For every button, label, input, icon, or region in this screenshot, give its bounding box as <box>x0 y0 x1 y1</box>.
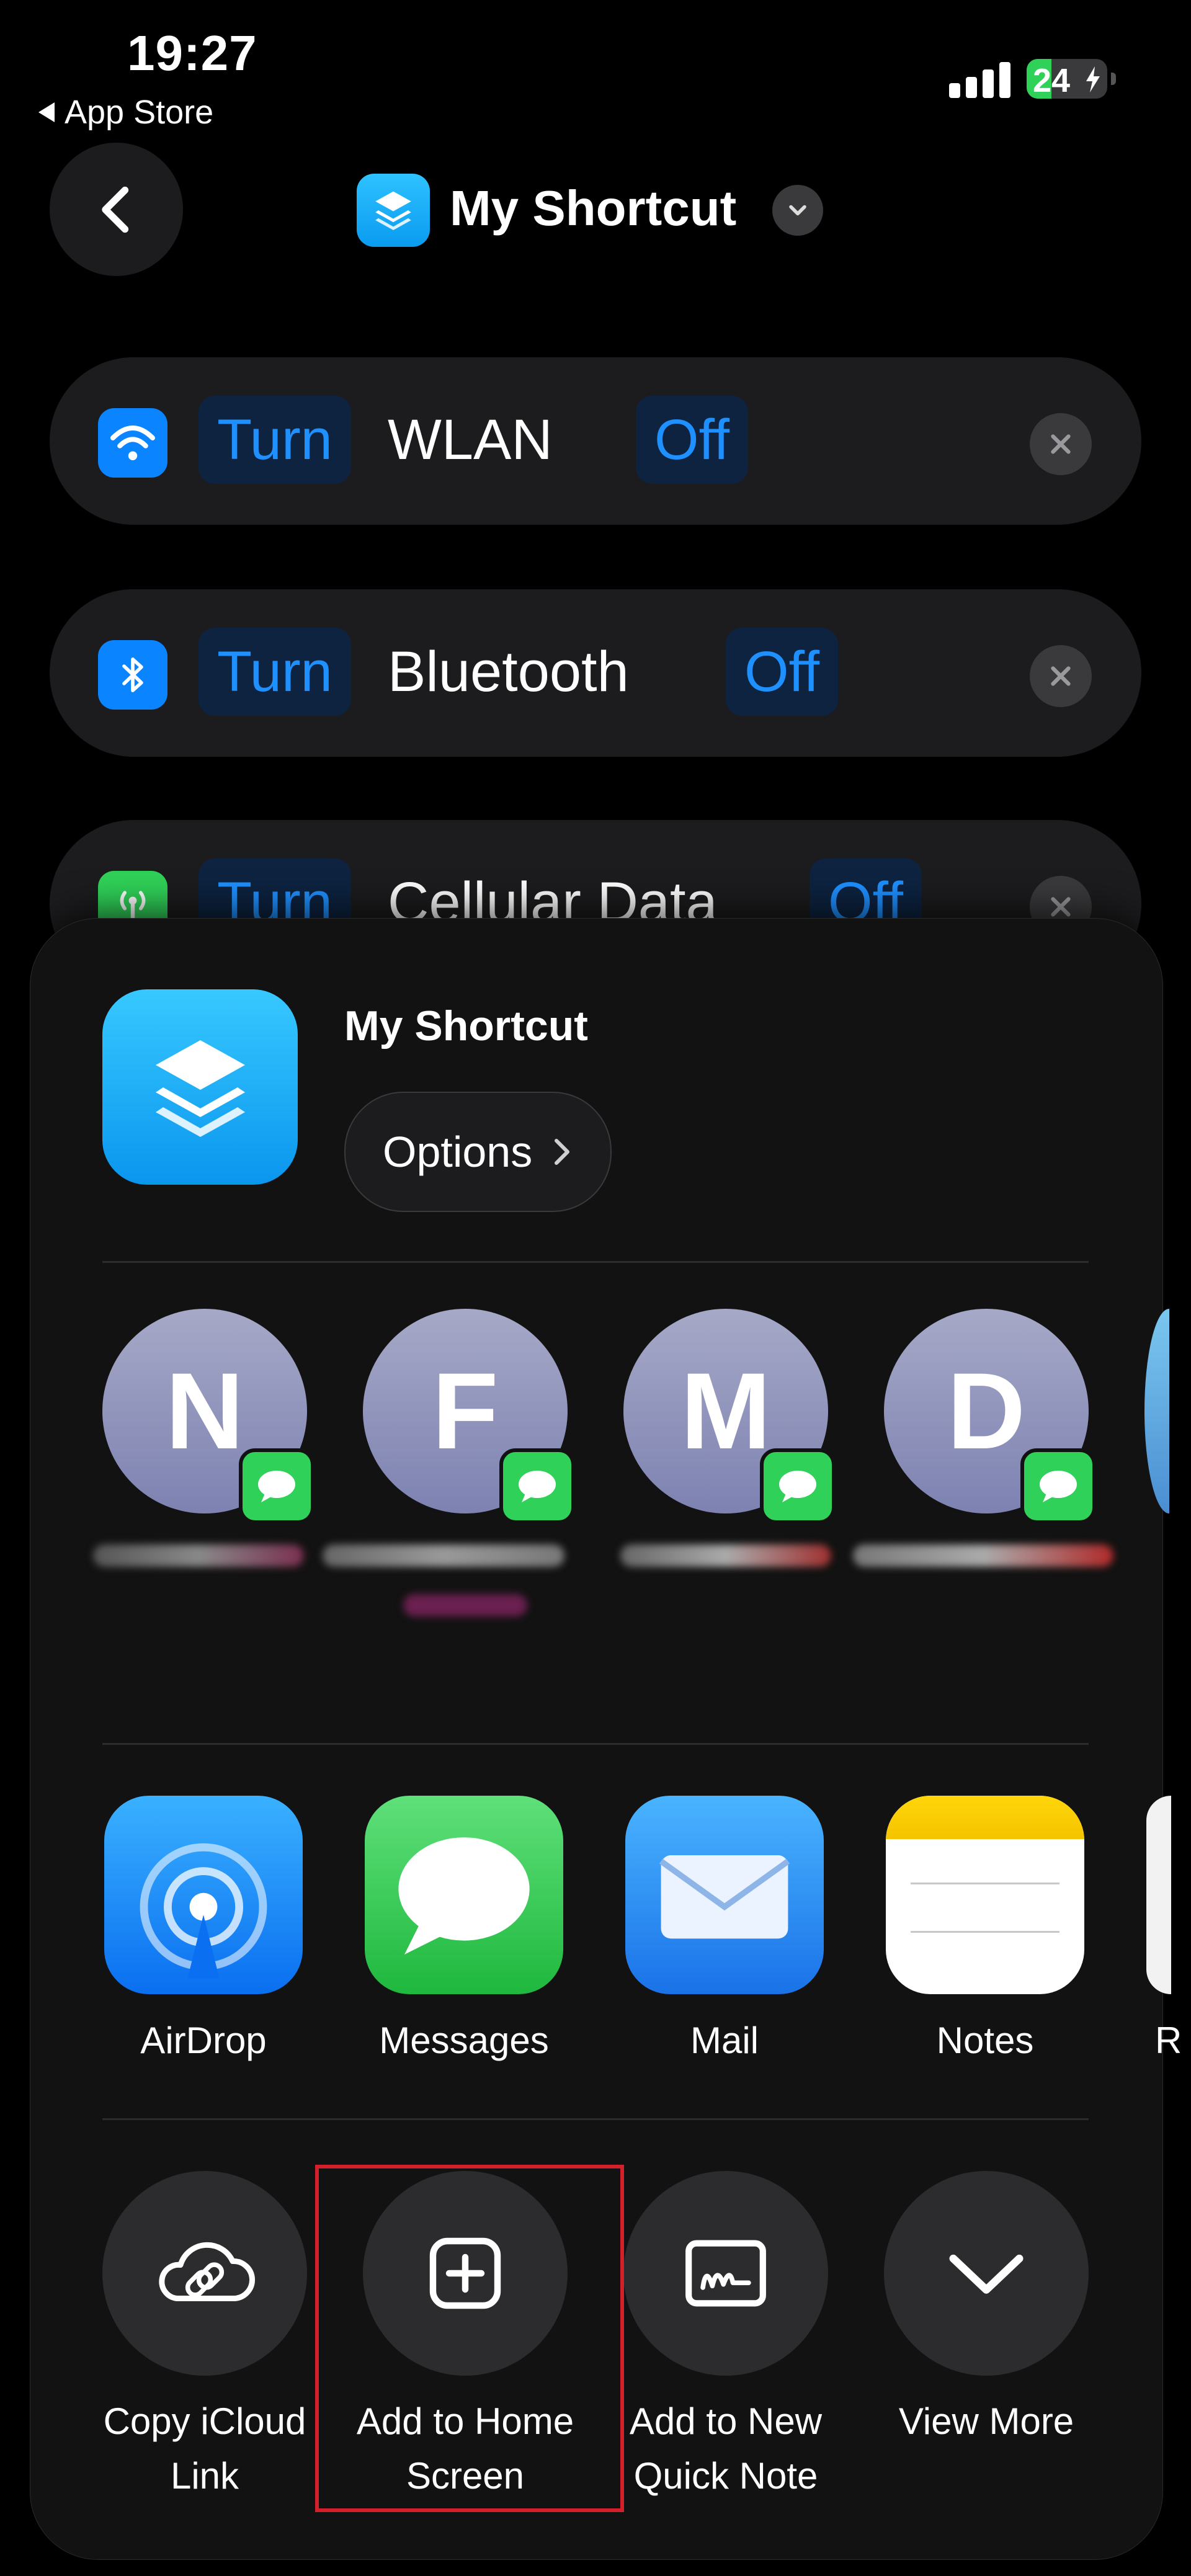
messages-icon[interactable] <box>365 1796 563 1994</box>
divider <box>102 1261 1089 1263</box>
chevron-down-icon <box>949 2254 1024 2294</box>
wifi-icon <box>98 408 167 478</box>
quick-note-icon <box>685 2240 766 2307</box>
quick-action-label: Add to New Quick Note <box>629 2400 823 2497</box>
back-triangle-icon <box>38 102 55 122</box>
app-label: Messages <box>379 2020 549 2061</box>
sheet-title: My Shortcut <box>344 1002 588 1050</box>
app-icon-partial[interactable] <box>1146 1796 1171 1994</box>
battery-icon: 24 <box>1027 59 1116 99</box>
remove-action-button[interactable] <box>1030 645 1092 707</box>
add-to-quick-note-button[interactable] <box>623 2171 828 2376</box>
action-row-bluetooth[interactable]: Turn Bluetooth Off <box>50 589 1141 757</box>
divider <box>102 1743 1089 1745</box>
verb-token[interactable]: Turn <box>198 396 351 484</box>
app-label: AirDrop <box>140 2020 267 2061</box>
back-button[interactable] <box>50 143 183 276</box>
messages-badge-icon <box>499 1448 575 1524</box>
options-label: Options <box>383 1128 533 1176</box>
notes-icon[interactable] <box>886 1796 1084 1994</box>
back-to-app-link[interactable]: App Store <box>38 93 213 131</box>
page-title[interactable]: My Shortcut <box>450 180 736 237</box>
view-more-button[interactable] <box>884 2171 1089 2376</box>
remove-action-button[interactable] <box>1030 413 1092 475</box>
divider <box>102 2118 1089 2120</box>
battery-level: 24 <box>1033 62 1071 99</box>
messages-badge-icon <box>239 1448 314 1524</box>
app-label: Notes <box>936 2020 1034 2061</box>
action-row-wlan[interactable]: Turn WLAN Off <box>50 357 1141 525</box>
object-label: Bluetooth <box>388 640 629 703</box>
status-time: 19:27 <box>127 25 257 81</box>
chevron-left-icon <box>101 186 128 233</box>
airdrop-icon[interactable] <box>104 1796 303 1994</box>
contact-name-blurred <box>323 1544 564 1567</box>
chevron-down-icon <box>789 205 806 216</box>
bluetooth-icon <box>98 640 167 710</box>
contact-name-blurred <box>403 1594 527 1616</box>
copy-icloud-link-button[interactable] <box>102 2171 307 2376</box>
close-icon <box>1051 666 1071 686</box>
shortcut-icon <box>357 174 430 247</box>
back-app-label: App Store <box>65 94 214 131</box>
messages-badge-icon <box>1020 1448 1096 1524</box>
icloud-link-icon <box>159 2242 256 2301</box>
highlight-box <box>315 2165 624 2512</box>
cellular-signal-icon <box>949 62 1010 98</box>
object-label: WLAN <box>388 408 553 471</box>
app-label: Mail <box>690 2020 759 2061</box>
charging-bolt-icon <box>1086 66 1100 92</box>
verb-token[interactable]: Turn <box>198 628 351 716</box>
contact-name-blurred <box>853 1544 1113 1567</box>
close-icon <box>1051 434 1071 454</box>
messages-badge-icon <box>760 1448 836 1524</box>
state-token[interactable]: Off <box>726 628 839 716</box>
quick-action-label: Copy iCloud Link <box>103 2400 306 2497</box>
title-menu-button[interactable] <box>772 185 823 236</box>
quick-action-label: View More <box>898 2400 1074 2442</box>
options-button[interactable]: Options <box>344 1092 612 1212</box>
contact-name-blurred <box>620 1544 831 1567</box>
app-label-partial: R <box>1155 2020 1180 2061</box>
state-token[interactable]: Off <box>636 396 749 484</box>
chevron-right-icon <box>555 1139 570 1165</box>
contact-name-blurred <box>93 1544 304 1567</box>
shortcut-large-icon <box>102 989 298 1185</box>
mail-icon[interactable] <box>625 1796 824 1994</box>
